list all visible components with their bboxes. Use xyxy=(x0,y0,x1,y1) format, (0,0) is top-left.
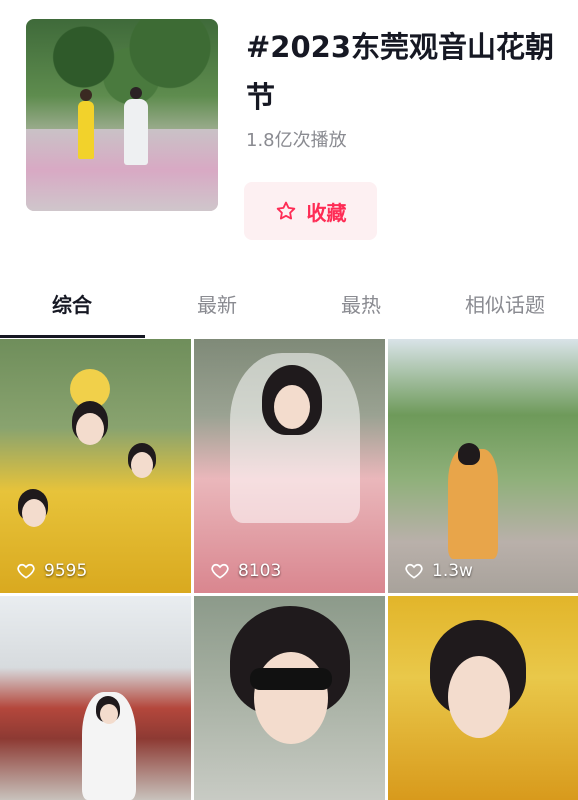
figure-face xyxy=(448,656,510,738)
topic-header: #2023东莞观音山花朝节 1.8亿次播放 收藏 xyxy=(0,0,578,270)
figure-face xyxy=(76,413,104,445)
video-card-3[interactable]: 1.3w xyxy=(388,339,578,593)
like-count-value: 1.3w xyxy=(432,561,473,581)
video-card-1[interactable]: 9595 xyxy=(0,339,191,593)
tab-latest[interactable]: 最新 xyxy=(145,270,289,336)
topic-title: #2023东莞观音山花朝节 xyxy=(246,30,555,114)
video-card-5[interactable] xyxy=(194,596,385,800)
figure-face xyxy=(254,652,328,744)
tab-bar: 综合 最新 最热 相似话题 xyxy=(0,270,578,338)
heart-outline-icon xyxy=(211,563,229,579)
video-card-2[interactable]: 8103 xyxy=(194,339,385,593)
tab-similar-topics[interactable]: 相似话题 xyxy=(433,270,577,336)
like-count-value: 8103 xyxy=(238,561,282,581)
cover-plaza xyxy=(26,129,218,211)
topic-cover-image[interactable] xyxy=(26,19,218,211)
figure-dress xyxy=(448,449,498,559)
tab-comprehensive[interactable]: 综合 xyxy=(0,270,144,336)
figure-hair xyxy=(458,443,480,465)
sunglasses xyxy=(250,668,332,690)
tab-active-indicator xyxy=(0,335,145,338)
video-card-4[interactable] xyxy=(0,596,191,800)
like-count-value: 9595 xyxy=(44,561,88,581)
like-count: 8103 xyxy=(210,561,281,581)
figure-face xyxy=(131,452,153,478)
cover-person-white xyxy=(124,87,148,165)
heart-outline-icon xyxy=(17,563,35,579)
figure-face xyxy=(100,704,118,724)
favorite-button[interactable]: 收藏 xyxy=(244,182,377,240)
video-card-6[interactable] xyxy=(388,596,578,800)
play-count: 1.8亿次播放 xyxy=(246,130,347,151)
tab-hottest[interactable]: 最热 xyxy=(289,270,433,336)
video-grid: 9595 8103 1.3w xyxy=(0,339,578,800)
figure-face xyxy=(274,385,310,429)
like-count: 1.3w xyxy=(404,561,473,581)
favorite-label: 收藏 xyxy=(306,200,347,225)
heart-outline-icon xyxy=(405,563,423,579)
like-count: 9595 xyxy=(16,561,87,581)
figure-face xyxy=(22,499,46,527)
cover-trees xyxy=(26,19,218,114)
star-outline-icon xyxy=(276,201,295,220)
cover-person-yellow xyxy=(78,89,94,159)
